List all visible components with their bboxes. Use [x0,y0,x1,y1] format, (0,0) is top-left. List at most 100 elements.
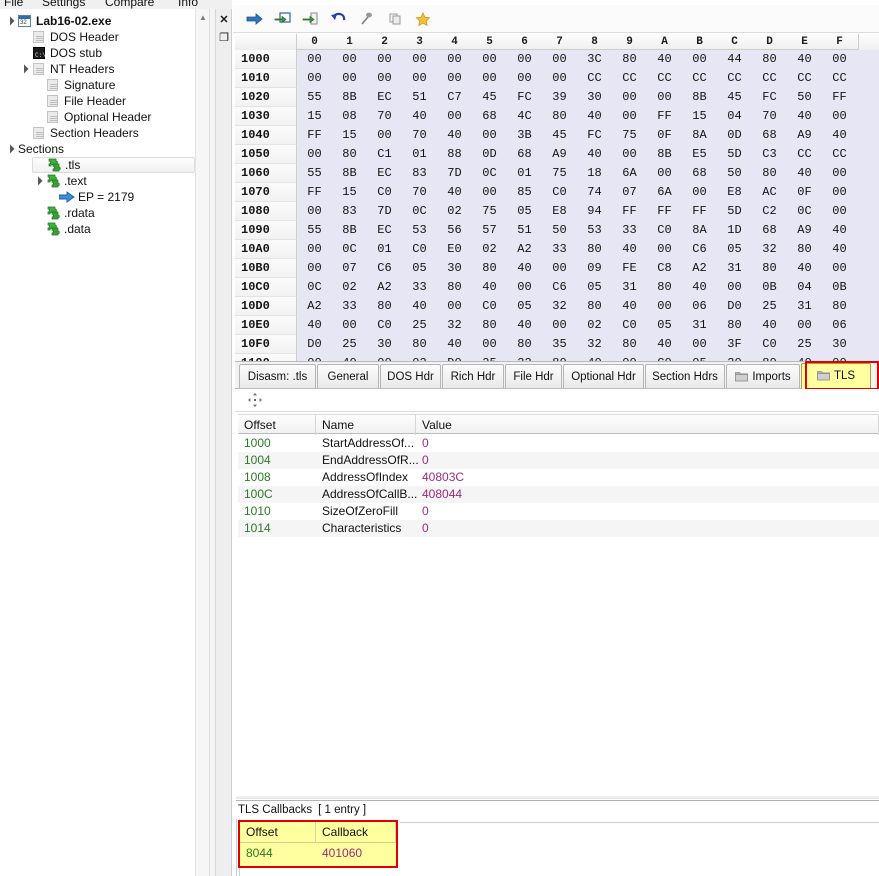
hex-byte[interactable]: 25 [789,335,820,354]
hex-byte[interactable]: C0 [649,221,680,240]
hex-byte[interactable]: 15 [334,126,365,145]
hex-byte[interactable]: 80 [474,259,505,278]
hex-dump-view[interactable]: 0123456789ABCDEF 1000 00 00 00 00 00 00 00 00 3C 8… [235,34,879,362]
hex-byte[interactable]: 15 [334,183,365,202]
hex-byte[interactable]: FF [299,183,330,202]
hex-byte[interactable]: 00 [824,183,855,202]
hex-row[interactable]: 1000 00 00 00 00 00 00 00 00 3C 80 40 00 44 80 40 00 [235,50,879,69]
hex-byte[interactable]: 45 [544,126,575,145]
hex-byte[interactable]: 8B [684,88,715,107]
hex-byte[interactable]: 94 [579,202,610,221]
hex-byte[interactable]: 00 [509,278,540,297]
hex-byte[interactable]: A9 [544,145,575,164]
hex-byte[interactable]: 00 [509,69,540,88]
hex-byte[interactable]: 0D [474,145,505,164]
hex-byte[interactable]: 00 [544,316,575,335]
hex-row[interactable]: 1070 FF 15 C0 70 40 00 85 C0 74 07 6A 00 E8 AC 0F 00 [235,183,879,202]
hex-byte[interactable]: 80 [754,354,785,361]
hex-byte[interactable]: FF [299,126,330,145]
hex-byte[interactable]: 30 [719,354,750,361]
hex-byte[interactable]: CC [824,145,855,164]
hex-byte[interactable]: 25 [334,335,365,354]
hex-byte[interactable]: FC [754,88,785,107]
tree-item-dos-stub[interactable]: DOS stub [18,45,209,64]
hex-byte[interactable]: 00 [684,183,715,202]
hex-byte[interactable]: 07 [614,183,645,202]
hex-byte[interactable]: 00 [649,240,680,259]
hex-byte[interactable]: 00 [824,50,855,69]
tree-item-signature[interactable]: Signature [32,77,209,93]
hex-byte[interactable]: 02 [579,316,610,335]
tab-general[interactable]: General [317,364,379,388]
hex-byte[interactable]: D0 [299,335,330,354]
save-to-file-icon[interactable] [297,7,325,31]
hex-byte[interactable]: 00 [369,354,400,361]
hex-byte[interactable]: 40 [789,50,820,69]
hex-byte[interactable]: 00 [404,50,435,69]
hex-byte[interactable]: 0C [474,164,505,183]
hex-byte[interactable]: 40 [789,107,820,126]
hex-byte[interactable]: A9 [789,221,820,240]
hex-byte[interactable]: 30 [824,335,855,354]
move-handle-icon[interactable] [247,392,263,408]
copy-icon[interactable] [381,7,409,31]
table-row[interactable]: 1004 EndAddressOfR... 0 [238,452,879,469]
hex-byte[interactable]: C6 [544,278,575,297]
table-row[interactable]: 1008 AddressOfIndex 40803C [238,469,879,486]
tree-scrollbar[interactable]: ▲ [195,9,209,876]
hex-byte[interactable]: 80 [754,164,785,183]
menu-item-settings[interactable]: Settings [42,0,85,9]
hex-byte[interactable]: 00 [439,297,470,316]
hex-byte[interactable]: 3B [509,126,540,145]
hex-row[interactable]: 1030 15 08 70 40 00 68 4C 80 40 00 FF 15 04 70 40 00 [235,107,879,126]
hex-byte[interactable]: C2 [754,202,785,221]
hex-byte[interactable]: 00 [299,354,330,361]
hex-byte[interactable]: A9 [789,126,820,145]
hex-byte[interactable]: CC [649,69,680,88]
hex-byte[interactable]: 00 [544,69,575,88]
tab-section-hdrs[interactable]: Section Hdrs [645,364,725,388]
hex-byte[interactable]: 5D [719,202,750,221]
hex-byte[interactable]: 55 [299,88,330,107]
hex-byte[interactable]: FF [824,88,855,107]
pin-icon[interactable] [353,7,381,31]
hex-byte[interactable]: FC [579,126,610,145]
hex-byte[interactable]: 25 [474,354,505,361]
hex-byte[interactable]: 06 [824,316,855,335]
hex-byte[interactable]: 50 [789,88,820,107]
bottom-splitter[interactable] [236,796,879,799]
hex-byte[interactable]: 04 [719,107,750,126]
hex-byte[interactable]: 15 [684,107,715,126]
hex-byte[interactable]: 00 [614,107,645,126]
hex-byte[interactable]: 55 [299,164,330,183]
hex-byte[interactable]: 75 [544,164,575,183]
hex-byte[interactable]: 05 [509,297,540,316]
hex-byte[interactable]: 31 [719,259,750,278]
hex-byte[interactable]: 04 [789,278,820,297]
hex-byte[interactable]: 32 [579,335,610,354]
hex-byte[interactable]: 40 [404,107,435,126]
hex-byte[interactable]: 74 [579,183,610,202]
hex-byte[interactable]: 09 [579,259,610,278]
column-header-offset[interactable]: Offset [238,415,316,435]
hex-byte[interactable]: 02 [439,202,470,221]
hex-byte[interactable]: 00 [369,50,400,69]
hex-byte[interactable]: 00 [824,259,855,278]
hex-byte[interactable]: C1 [369,145,400,164]
hex-byte[interactable]: 40 [579,145,610,164]
hex-byte[interactable]: 80 [719,316,750,335]
hex-byte[interactable]: 1D [719,221,750,240]
hex-byte[interactable]: 25 [404,316,435,335]
tree-item-section-headers[interactable]: Section Headers [18,125,209,141]
hex-byte[interactable]: C0 [369,183,400,202]
hex-byte[interactable]: D0 [439,354,470,361]
hex-byte[interactable]: 80 [789,240,820,259]
hex-byte[interactable]: 68 [754,221,785,240]
hex-byte[interactable]: C6 [684,240,715,259]
table-row[interactable]: 8044 401060 [240,843,396,864]
expander-icon[interactable] [4,13,16,29]
hex-byte[interactable]: 01 [369,240,400,259]
tree-item-ep-2179[interactable]: EP = 2179 [46,189,209,205]
menu-item-info[interactable]: Info [178,0,198,9]
hex-byte[interactable]: 32 [509,354,540,361]
